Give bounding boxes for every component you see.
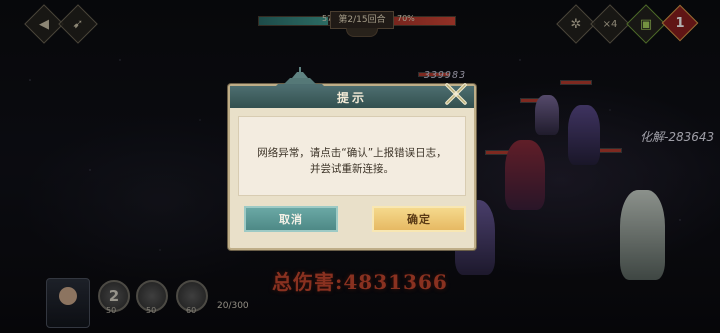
dialog-message: 网络异常，请点击“确认”上报错误日志， 并尝试重新连接。 — [239, 145, 465, 177]
network-error-dialog: 提示 网络异常，请点击“确认”上报错误日志， 并尝试重新连接。 取消 确定 — [228, 67, 476, 250]
dialog-message-line-1: 网络异常，请点击“确认”上报错误日志， — [257, 147, 447, 159]
dialog-message-panel: 网络异常，请点击“确认”上报错误日志， 并尝试重新连接。 — [238, 116, 466, 196]
confirm-button[interactable]: 确定 — [372, 206, 466, 232]
close-icon[interactable] — [442, 80, 470, 108]
cancel-button[interactable]: 取消 — [244, 206, 338, 232]
dialog-title: 提示 — [336, 91, 367, 105]
dialog-header: 提示 — [230, 86, 474, 108]
dialog-message-line-2: 并尝试重新连接。 — [310, 163, 394, 175]
